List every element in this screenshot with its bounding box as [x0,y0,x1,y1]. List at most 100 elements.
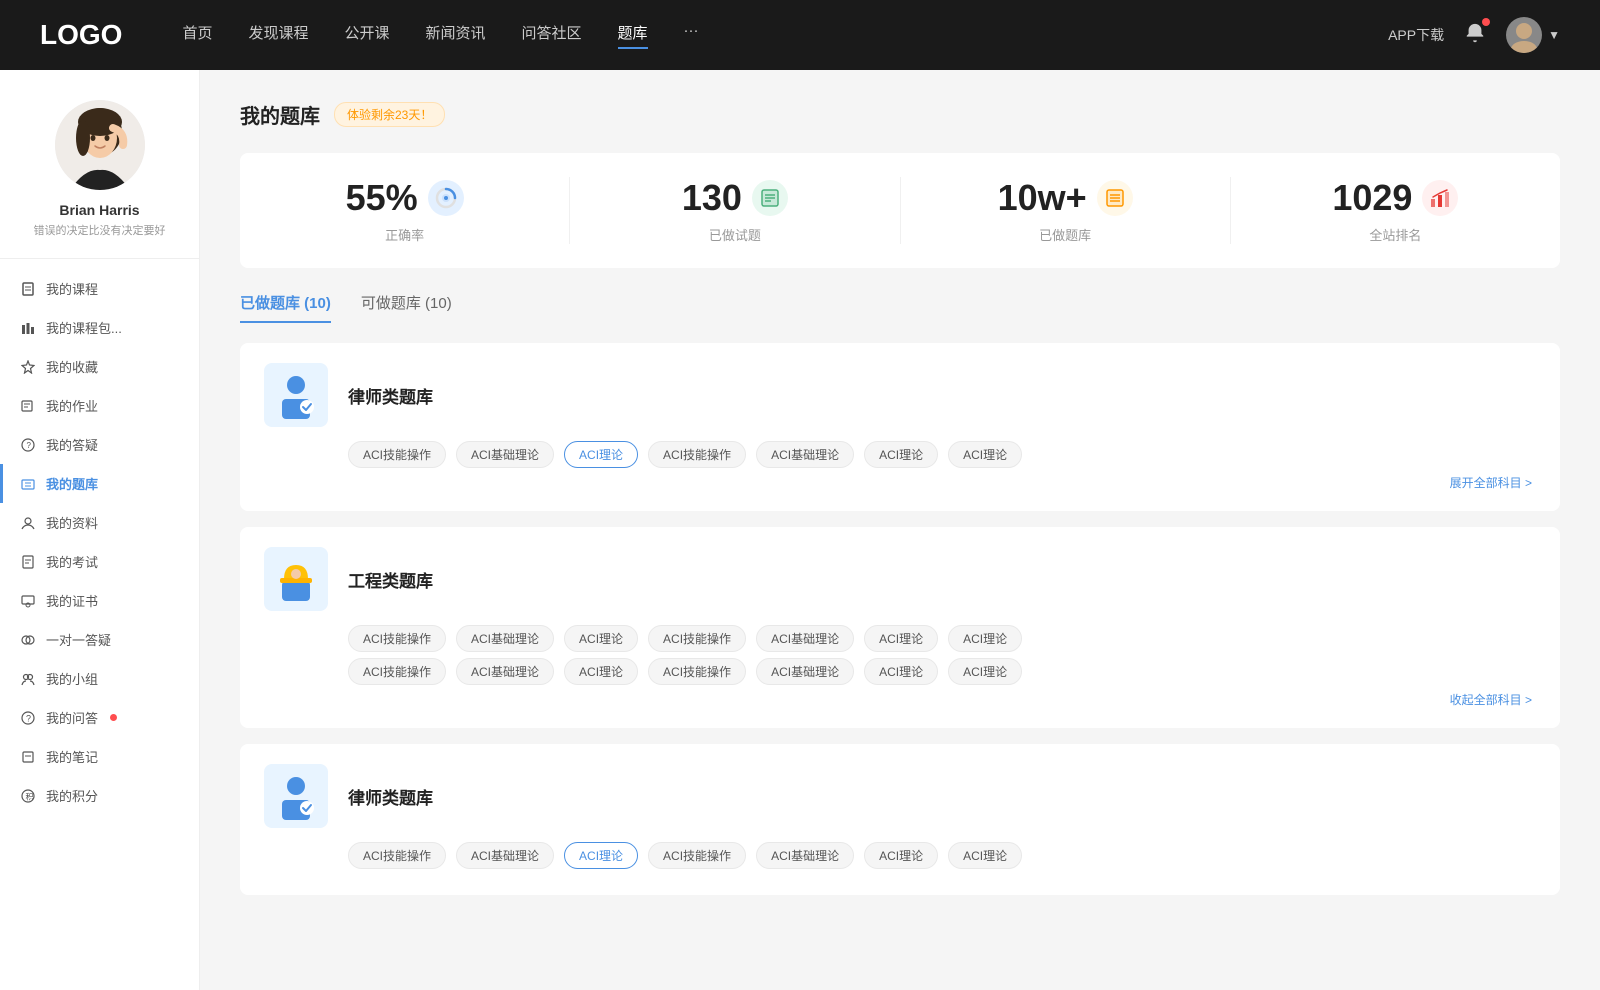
sidebar-item-1on1[interactable]: 一对一答疑 [0,620,199,659]
qa-badge-dot [110,714,117,721]
sidebar-item-notes[interactable]: 我的笔记 [0,737,199,776]
sidebar-avatar [55,100,145,190]
qbank-2-tags-row1: ACI技能操作 ACI基础理论 ACI理论 ACI技能操作 ACI基础理论 AC… [348,625,1536,652]
nav-home[interactable]: 首页 [182,22,212,49]
stat-accuracy: 55% 正确率 [240,177,570,244]
nav-qa[interactable]: 问答社区 [522,22,582,49]
sidebar-item-qbank[interactable]: 我的题库 [0,464,199,503]
tag[interactable]: ACI基础理论 [756,658,854,685]
tag[interactable]: ACI理论 [948,842,1022,869]
sidebar-item-favorites[interactable]: 我的收藏 [0,347,199,386]
tag[interactable]: ACI理论 [864,658,938,685]
tag[interactable]: ACI理论 [864,441,938,468]
chart-icon [20,320,36,336]
tag[interactable]: ACI理论 [864,625,938,652]
tag[interactable]: ACI基础理论 [756,625,854,652]
tag[interactable]: ACI基础理论 [756,842,854,869]
tag[interactable]: ACI技能操作 [648,625,746,652]
sidebar-label-groups: 我的小组 [46,669,98,688]
qbank-1-expand[interactable]: 展开全部科目 > [264,474,1536,491]
nav-discover[interactable]: 发现课程 [248,22,308,49]
qbank-3-icon [264,764,328,828]
tab-available[interactable]: 可做题库 (10) [361,292,452,323]
app-download-btn[interactable]: APP下载 [1388,25,1444,45]
tag[interactable]: ACI理论 [864,842,938,869]
tag[interactable]: ACI基础理论 [456,658,554,685]
tag[interactable]: ACI技能操作 [648,842,746,869]
tag[interactable]: ACI基础理论 [456,625,554,652]
qbank-1-name: 律师类题库 [348,383,433,408]
sidebar-label-courses: 我的课程 [46,279,98,298]
sidebar-item-courses[interactable]: 我的课程 [0,269,199,308]
sidebar-item-certs[interactable]: 我的证书 [0,581,199,620]
svg-text:?: ? [26,713,31,723]
tag[interactable]: ACI基础理论 [456,441,554,468]
tag-active[interactable]: ACI理论 [564,842,638,869]
banks-value: 10w+ [998,177,1087,219]
stat-rank: 1029 全站排名 [1231,177,1560,244]
question2-icon: ? [20,710,36,726]
qbank-1-icon [264,363,328,427]
tag[interactable]: ACI技能操作 [348,842,446,869]
accuracy-value: 55% [346,177,418,219]
sidebar-item-profile[interactable]: 我的资料 [0,503,199,542]
sidebar-label-exams: 我的考试 [46,552,98,571]
user-avatar-btn[interactable]: ▼ [1506,17,1560,53]
qbank-card-2: 工程类题库 ACI技能操作 ACI基础理论 ACI理论 ACI技能操作 ACI基… [240,527,1560,728]
tag[interactable]: ACI理论 [948,658,1022,685]
sidebar-motto: 错误的决定比没有决定要好 [20,222,179,238]
tag[interactable]: ACI技能操作 [348,658,446,685]
tag[interactable]: ACI技能操作 [648,658,746,685]
bank-icon [20,476,36,492]
sidebar-item-exams[interactable]: 我的考试 [0,542,199,581]
sidebar-label-favorites: 我的收藏 [46,357,98,376]
edit-icon [20,398,36,414]
nav-qbank[interactable]: 题库 [618,22,648,49]
sidebar-item-groups[interactable]: 我的小组 [0,659,199,698]
sidebar-label-certs: 我的证书 [46,591,98,610]
tag[interactable]: ACI技能操作 [348,625,446,652]
qbank-2-icon [264,547,328,611]
test-icon [20,554,36,570]
tag[interactable]: ACI技能操作 [648,441,746,468]
tag[interactable]: ACI理论 [948,441,1022,468]
nav-opencourse[interactable]: 公开课 [344,22,389,49]
navbar-right: APP下载 ▼ [1388,17,1560,53]
sidebar-item-homework[interactable]: 我的作业 [0,386,199,425]
sidebar-menu: 我的课程 我的课程包... 我的收藏 我的作业 [0,269,199,815]
tag[interactable]: ACI基础理论 [756,441,854,468]
nav-more[interactable]: ··· [684,22,699,49]
sidebar-item-course-packages[interactable]: 我的课程包... [0,308,199,347]
qbank-2-header: 工程类题库 [264,547,1536,611]
sidebar-label-qbank: 我的题库 [46,474,98,493]
question-icon: ? [20,437,36,453]
navbar: LOGO 首页 发现课程 公开课 新闻资讯 问答社区 题库 ··· APP下载 … [0,0,1600,70]
qbank-card-1: 律师类题库 ACI技能操作 ACI基础理论 ACI理论 ACI技能操作 ACI基… [240,343,1560,511]
accuracy-icon [428,180,464,216]
trial-badge: 体验剩余23天！ [334,102,445,127]
stats-panel: 55% 正确率 130 [240,153,1560,268]
tag[interactable]: ACI理论 [948,625,1022,652]
sidebar-item-questions[interactable]: ? 我的答疑 [0,425,199,464]
notification-bell[interactable] [1464,22,1486,49]
tag[interactable]: ACI理论 [564,658,638,685]
qbank-3-header: 律师类题库 [264,764,1536,828]
note-icon [20,749,36,765]
notification-badge [1482,18,1490,26]
tag[interactable]: ACI技能操作 [348,441,446,468]
sidebar: Brian Harris 错误的决定比没有决定要好 我的课程 我的课程包... [0,70,200,990]
nav-news[interactable]: 新闻资讯 [426,22,486,49]
tag[interactable]: ACI理论 [564,625,638,652]
svg-text:?: ? [27,441,32,450]
banks-label: 已做题库 [921,225,1210,244]
stat-banks: 10w+ 已做题库 [901,177,1231,244]
tag-active[interactable]: ACI理论 [564,441,638,468]
qbank-2-collapse[interactable]: 收起全部科目 > [264,691,1536,708]
qa-icon [20,632,36,648]
tab-done[interactable]: 已做题库 (10) [240,292,331,323]
sidebar-item-myqa[interactable]: ? 我的问答 [0,698,199,737]
sidebar-label-notes: 我的笔记 [46,747,98,766]
rank-label: 全站排名 [1251,225,1540,244]
sidebar-item-points[interactable]: 积 我的积分 [0,776,199,815]
tag[interactable]: ACI基础理论 [456,842,554,869]
